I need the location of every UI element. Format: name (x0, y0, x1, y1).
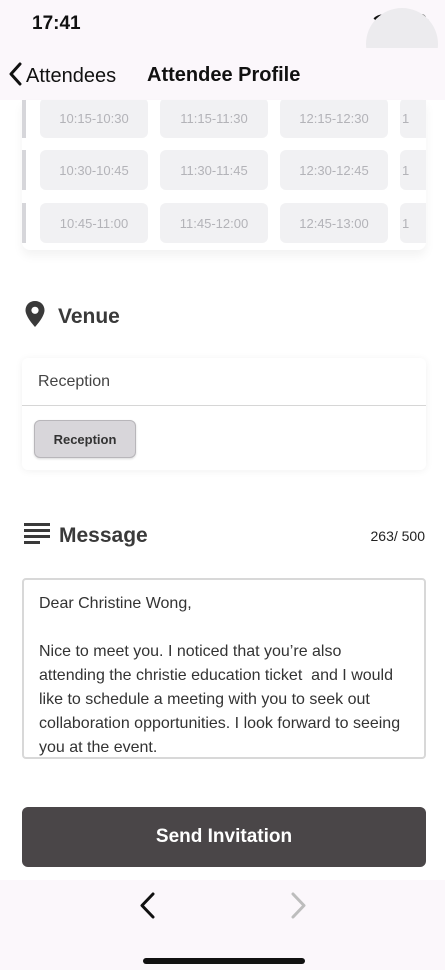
chevron-left-icon[interactable] (136, 890, 160, 927)
home-indicator (143, 958, 305, 964)
time-slot[interactable]: 11:15-11:30 (160, 100, 268, 138)
back-button-label: Attendees (26, 65, 117, 87)
venue-title: Venue (58, 304, 120, 328)
map-pin-icon (24, 300, 46, 333)
venue-option-chip[interactable]: Reception (34, 420, 136, 458)
text-lines-icon (24, 522, 50, 549)
message-title: Message (59, 523, 148, 547)
time-slot-row: 10:30-10:45 11:30-11:45 12:30-12:45 1 (40, 150, 426, 190)
time-slot[interactable]: 12:15-12:30 (280, 100, 388, 138)
nav-bar: Attendees Attendee Profile (0, 48, 445, 100)
time-slot-row: 10:45-11:00 11:45-12:00 12:45-13:00 1 (40, 203, 426, 243)
time-slot[interactable]: 1 (400, 203, 426, 243)
time-slot[interactable]: 12:30-12:45 (280, 150, 388, 190)
time-slot[interactable]: 12:45-13:00 (280, 203, 388, 243)
status-time: 17:41 (32, 13, 81, 34)
message-textarea[interactable]: Dear Christine Wong, Nice to meet you. I… (22, 578, 426, 759)
slot-edge (22, 203, 26, 243)
slot-edge (22, 150, 26, 190)
time-slot[interactable]: 11:45-12:00 (160, 203, 268, 243)
time-slot-grid: 10:15-10:30 11:15-11:30 12:15-12:30 1 10… (22, 100, 426, 250)
venue-card: Reception Reception (22, 358, 426, 470)
send-invitation-button[interactable]: Send Invitation (22, 807, 426, 867)
venue-selected-value[interactable]: Reception (22, 358, 426, 406)
message-char-count: 263/ 500 (370, 528, 426, 544)
chevron-left-icon (8, 62, 22, 91)
bottom-toolbar (0, 880, 445, 970)
chevron-right-icon[interactable] (286, 890, 310, 927)
time-slot[interactable]: 1 (400, 150, 426, 190)
page-title: Attendee Profile (147, 64, 301, 86)
message-header: Message (24, 522, 148, 549)
venue-header: Venue (24, 300, 120, 333)
time-slot[interactable]: 10:45-11:00 (40, 203, 148, 243)
time-slot[interactable]: 1 (400, 100, 426, 138)
time-slot[interactable]: 10:15-10:30 (40, 100, 148, 138)
back-button[interactable]: Attendees (8, 62, 116, 91)
time-slot[interactable]: 11:30-11:45 (160, 150, 268, 190)
time-slot-row: 10:15-10:30 11:15-11:30 12:15-12:30 1 (40, 100, 426, 138)
slot-edge (22, 100, 26, 138)
time-slot[interactable]: 10:30-10:45 (40, 150, 148, 190)
